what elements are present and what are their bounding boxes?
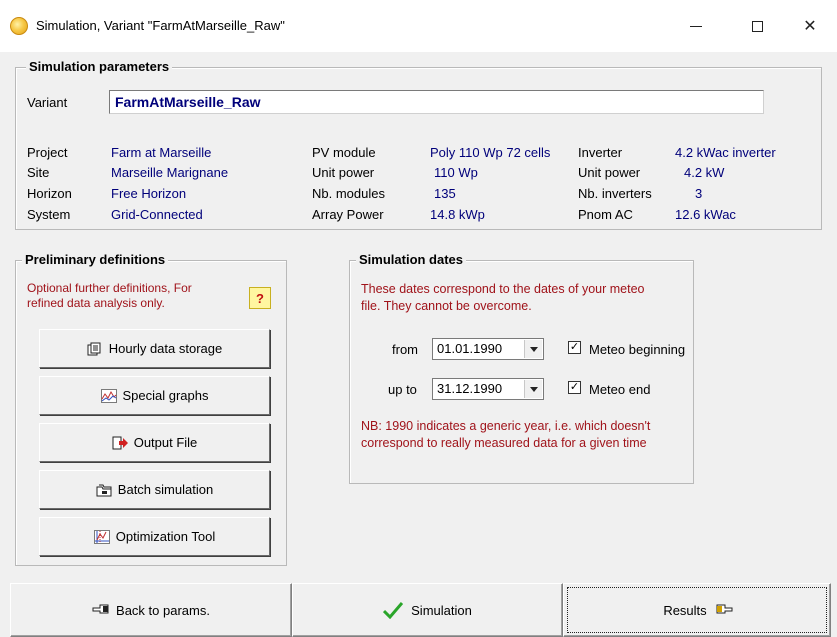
results-button[interactable]: Results bbox=[563, 583, 831, 637]
close-icon: ✕ bbox=[803, 18, 817, 35]
group-title: Simulation dates bbox=[356, 252, 467, 267]
prelim-note: Optional further definitions, For refine… bbox=[27, 281, 192, 311]
checkmark-icon bbox=[383, 601, 404, 620]
to-label: up to bbox=[388, 382, 417, 397]
simulation-button[interactable]: Simulation bbox=[292, 583, 563, 637]
button-label: Results bbox=[663, 602, 707, 618]
minimize-icon bbox=[690, 25, 702, 27]
dates-note-line: file. They cannot be overcome. bbox=[361, 299, 532, 313]
prelim-note-line: Optional further definitions, For bbox=[27, 281, 192, 295]
meteo-end-checkbox[interactable]: ✓ bbox=[568, 381, 581, 394]
from-label: from bbox=[392, 342, 418, 357]
pv-module-value: Poly 110 Wp 72 cells bbox=[430, 145, 551, 160]
batch-icon bbox=[96, 483, 112, 497]
module-unit-power-label: Unit power bbox=[312, 165, 375, 180]
button-label: Special graphs bbox=[122, 388, 209, 403]
optimization-tool-button[interactable]: Optimization Tool bbox=[39, 517, 270, 556]
to-date-value: 31.12.1990 bbox=[437, 381, 503, 396]
maximize-icon bbox=[751, 20, 763, 32]
chevron-down-icon[interactable] bbox=[524, 380, 542, 398]
module-unit-power-value: 110 Wp bbox=[434, 165, 478, 180]
array-power-value: 14.8 kWp bbox=[430, 207, 485, 222]
meteo-end-label: Meteo end bbox=[589, 382, 651, 397]
pnom-ac-value: 12.6 kWac bbox=[675, 207, 736, 222]
close-button[interactable]: ✕ bbox=[790, 11, 830, 41]
year-note-line: NB: 1990 indicates a generic year, i.e. … bbox=[361, 419, 651, 433]
variant-label: Variant bbox=[27, 95, 68, 110]
horizon-label: Horizon bbox=[27, 186, 72, 201]
help-icon: ? bbox=[256, 290, 264, 306]
horizon-value: Free Horizon bbox=[111, 186, 187, 201]
system-value: Grid-Connected bbox=[111, 207, 203, 222]
pnom-ac-label: Pnom AC bbox=[578, 207, 633, 222]
project-label: Project bbox=[27, 145, 68, 160]
title-bar: Simulation, Variant "FarmAtMarseille_Raw… bbox=[0, 0, 837, 52]
hand-pointing-left-icon bbox=[92, 603, 109, 617]
dates-note: These dates correspond to the dates of y… bbox=[361, 281, 645, 315]
inverter-label: Inverter bbox=[578, 145, 623, 160]
to-date-select[interactable]: 31.12.1990 bbox=[432, 378, 544, 400]
year-note-line: correspond to really measured data for a… bbox=[361, 436, 647, 450]
nb-inverters-value: 3 bbox=[695, 186, 703, 201]
button-label: Hourly data storage bbox=[108, 341, 223, 356]
array-power-label: Array Power bbox=[312, 207, 384, 222]
meteo-beginning-label: Meteo beginning bbox=[589, 342, 686, 357]
variant-name-text: FarmAtMarseille_Raw bbox=[115, 94, 261, 110]
storage-icon bbox=[87, 342, 103, 356]
batch-simulation-button[interactable]: Batch simulation bbox=[39, 470, 270, 509]
meteo-beginning-checkbox[interactable]: ✓ bbox=[568, 341, 581, 354]
button-label: Output File bbox=[133, 435, 198, 450]
hourly-data-storage-button[interactable]: Hourly data storage bbox=[39, 329, 270, 368]
site-label: Site bbox=[27, 165, 50, 180]
dates-note-line: These dates correspond to the dates of y… bbox=[361, 282, 645, 296]
window-title: Simulation, Variant "FarmAtMarseille_Raw… bbox=[36, 18, 285, 33]
minimize-button[interactable] bbox=[676, 11, 716, 41]
button-label: Optimization Tool bbox=[115, 529, 216, 544]
from-date-select[interactable]: 01.01.1990 bbox=[432, 338, 544, 360]
prelim-note-line: refined data analysis only. bbox=[27, 296, 165, 310]
inverter-unit-power-value: 4.2 kW bbox=[684, 165, 725, 180]
button-label: Simulation bbox=[411, 602, 472, 618]
nb-inverters-label: Nb. inverters bbox=[578, 186, 652, 201]
inverter-value: 4.2 kWac inverter bbox=[675, 145, 776, 160]
nb-modules-value: 135 bbox=[434, 186, 456, 201]
maximize-button[interactable] bbox=[737, 11, 777, 41]
output-file-icon bbox=[112, 436, 128, 450]
variant-name-input[interactable]: FarmAtMarseille_Raw bbox=[109, 90, 764, 114]
inverter-unit-power-label: Unit power bbox=[578, 165, 641, 180]
button-label: Back to params. bbox=[116, 602, 210, 618]
pv-module-label: PV module bbox=[312, 145, 376, 160]
year-note: NB: 1990 indicates a generic year, i.e. … bbox=[361, 418, 650, 452]
site-value: Marseille Marignane bbox=[111, 165, 229, 180]
graph-icon bbox=[100, 388, 117, 403]
chevron-down-icon[interactable] bbox=[524, 340, 542, 358]
from-date-value: 01.01.1990 bbox=[437, 341, 503, 356]
button-label: Batch simulation bbox=[117, 482, 214, 497]
hand-pointing-right-icon bbox=[715, 603, 733, 617]
nb-modules-label: Nb. modules bbox=[312, 186, 385, 201]
output-file-button[interactable]: Output File bbox=[39, 423, 270, 462]
back-to-params-button[interactable]: Back to params. bbox=[10, 583, 292, 637]
special-graphs-button[interactable]: Special graphs bbox=[39, 376, 270, 415]
project-value: Farm at Marseille bbox=[111, 145, 212, 160]
group-title: Preliminary definitions bbox=[22, 252, 169, 267]
app-icon bbox=[10, 17, 28, 35]
optimization-icon bbox=[93, 529, 110, 544]
group-title: Simulation parameters bbox=[26, 59, 173, 74]
system-label: System bbox=[27, 207, 71, 222]
help-button[interactable]: ? bbox=[249, 287, 271, 309]
